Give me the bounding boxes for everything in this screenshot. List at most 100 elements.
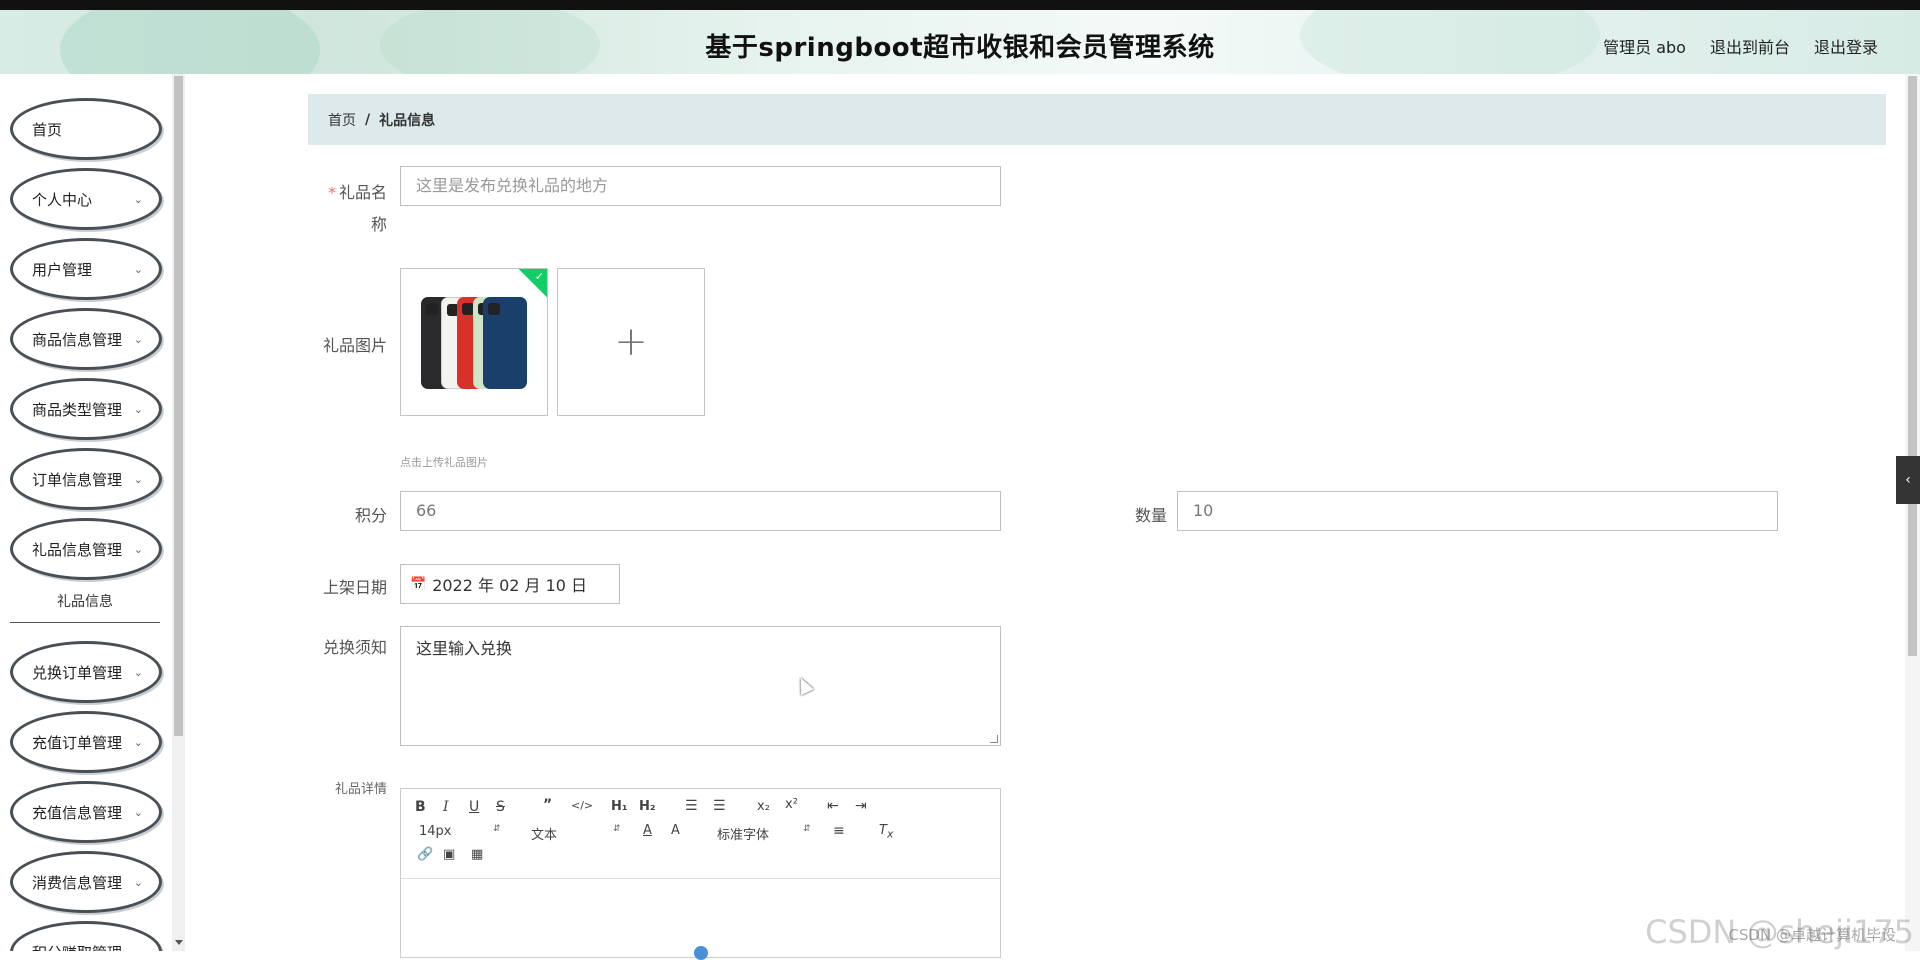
chevron-down-icon: ⌄ [134,543,143,556]
quote-icon[interactable]: ” [543,797,552,813]
clear-format-icon[interactable]: Tx [879,823,893,841]
gift-image-thumbnail[interactable]: ✓ [400,268,548,416]
sidebar-item-points-earning[interactable]: 积分赚取管理 ⌄ [10,921,162,951]
select-arrow-icon: ⇵ [613,824,621,834]
image-icon[interactable]: ▣ [443,847,455,862]
header-links: 管理员 abo 退出到前台 退出登录 [1603,34,1878,58]
collapse-panel-button[interactable]: ‹ [1896,456,1920,504]
text-style-select[interactable]: 文本 ⇵ [531,824,621,843]
listing-date-value: 2022 年 02 月 10 日 [432,572,587,596]
subscript-icon[interactable]: x₂ [757,799,770,814]
sidebar-item-label: 消费信息管理 [32,872,122,893]
quantity-label: 数量 [1105,502,1167,526]
ordered-list-icon[interactable]: ☰ [685,798,698,814]
watermark-small: CSDN @卓越计算机毕设 [1728,924,1896,945]
listing-date-picker[interactable]: 📅 2022 年 02 月 10 日 [400,564,620,604]
code-icon[interactable]: </> [571,799,593,812]
align-icon[interactable]: ≡ [833,823,845,839]
gift-name-label-line2: 称 [371,215,387,234]
main-content: 首页 / 礼品信息 *礼品名 称 这里是发布兑换礼品的地方 礼品图片 ✓ + 点… [185,74,1920,951]
sidebar-item-product-info[interactable]: 商品信息管理 ⌄ [10,308,162,370]
bold-icon[interactable]: B [415,799,426,815]
superscript-icon[interactable]: x² [785,797,798,812]
font-color-icon[interactable]: A [643,823,652,838]
underline-icon[interactable]: U [469,799,479,815]
gift-image-label: 礼品图片 [295,332,387,356]
select-arrow-icon: ⇵ [803,824,811,834]
required-marker: * [328,183,336,202]
admin-user-link[interactable]: 管理员 abo [1603,34,1686,58]
sidebar-item-label: 商品信息管理 [32,329,122,350]
submenu-item-gift-info[interactable]: 礼品信息 [10,581,160,623]
calendar-icon: 📅 [410,577,426,592]
gift-name-input[interactable]: 这里是发布兑换礼品的地方 [400,166,1001,206]
sidebar: 首页 个人中心 ⌄ 用户管理 ⌄ 商品信息管理 ⌄ 商品类型管理 ⌄ 订单信息管… [0,74,185,951]
rich-text-editor[interactable]: B I U S ” </> H₁ H₂ ☰ ☰ x₂ x² ⇤ ⇥ 14px ⇵… [400,788,1001,958]
upload-add-button[interactable]: + [557,268,705,416]
main-scrollbar[interactable] [1905,74,1920,951]
listing-date-label: 上架日期 [295,574,387,598]
font-size-value: 14px [419,824,452,839]
italic-icon[interactable]: I [443,799,449,815]
sidebar-item-order-info[interactable]: 订单信息管理 ⌄ [10,448,162,510]
breadcrumb: 首页 / 礼品信息 [308,94,1886,145]
gift-name-label: *礼品名 称 [325,177,387,241]
sidebar-item-recharge-info[interactable]: 充值信息管理 ⌄ [10,781,162,843]
chevron-left-icon: ‹ [1905,472,1911,488]
breadcrumb-separator: / [365,112,370,128]
editor-cursor-handle [694,946,708,960]
resize-grip-icon[interactable] [990,735,998,743]
logout-link[interactable]: 退出登录 [1814,34,1878,58]
sidebar-item-gift-info[interactable]: 礼品信息管理 ⌄ [10,518,162,580]
back-to-front-link[interactable]: 退出到前台 [1710,34,1790,58]
main-scrollbar-thumb[interactable] [1908,76,1917,656]
select-arrow-icon: ⇵ [493,824,501,834]
chevron-down-icon: ⌄ [134,333,143,346]
quantity-input[interactable]: 10 [1177,491,1778,531]
breadcrumb-home[interactable]: 首页 [328,110,356,130]
outdent-icon[interactable]: ⇤ [827,798,839,814]
sidebar-item-label: 商品类型管理 [32,399,122,420]
link-icon[interactable]: 🔗 [417,847,433,862]
sidebar-item-label: 积分赚取管理 [32,942,122,952]
sidebar-item-user-management[interactable]: 用户管理 ⌄ [10,238,162,300]
chevron-down-icon: ⌄ [134,876,143,889]
chevron-down-icon: ⌄ [134,263,143,276]
exchange-notice-textarea[interactable]: 这里输入兑换 [400,626,1001,746]
strikethrough-icon[interactable]: S [496,799,505,815]
sidebar-item-home[interactable]: 首页 [10,98,162,160]
phone-image-blue [483,297,527,389]
bullet-list-icon[interactable]: ☰ [713,798,726,814]
scroll-down-arrow-icon[interactable] [175,940,183,945]
editor-toolbar: B I U S ” </> H₁ H₂ ☰ ☰ x₂ x² ⇤ ⇥ 14px ⇵… [401,789,1000,879]
sidebar-item-personal-center[interactable]: 个人中心 ⌄ [10,168,162,230]
heading2-icon[interactable]: H₂ [639,799,656,814]
app-header: 基于springboot超市收银和会员管理系统 管理员 abo 退出到前台 退出… [0,10,1920,74]
font-family-select[interactable]: 标准字体 ⇵ [717,824,817,843]
font-size-select[interactable]: 14px ⇵ [419,824,499,839]
sidebar-item-exchange-order[interactable]: 兑换订单管理 ⌄ [10,641,162,703]
sidebar-item-consumption-info[interactable]: 消费信息管理 ⌄ [10,851,162,913]
heading1-icon[interactable]: H₁ [611,799,628,814]
sidebar-item-label: 订单信息管理 [32,469,122,490]
sidebar-item-label: 礼品信息管理 [32,539,122,560]
text-style-value: 文本 [531,828,557,843]
chevron-down-icon: ⌄ [134,403,143,416]
points-input[interactable]: 66 [400,491,1001,531]
video-icon[interactable]: ▦ [471,847,483,862]
background-color-icon[interactable]: A [671,823,680,838]
sidebar-item-label: 充值信息管理 [32,802,122,823]
sidebar-item-recharge-order[interactable]: 充值订单管理 ⌄ [10,711,162,773]
gift-detail-label: 礼品详情 [295,778,387,797]
chevron-down-icon: ⌄ [134,946,143,951]
plus-icon: + [614,319,648,365]
chevron-down-icon: ⌄ [134,666,143,679]
sidebar-scrollbar[interactable] [172,74,185,951]
indent-icon[interactable]: ⇥ [855,798,867,814]
sidebar-scrollbar-thumb[interactable] [174,76,183,736]
sidebar-item-label: 个人中心 [32,189,92,210]
chevron-down-icon: ⌄ [134,193,143,206]
points-label: 积分 [325,502,387,526]
sidebar-item-product-type[interactable]: 商品类型管理 ⌄ [10,378,162,440]
window-top-strip [0,0,1920,10]
